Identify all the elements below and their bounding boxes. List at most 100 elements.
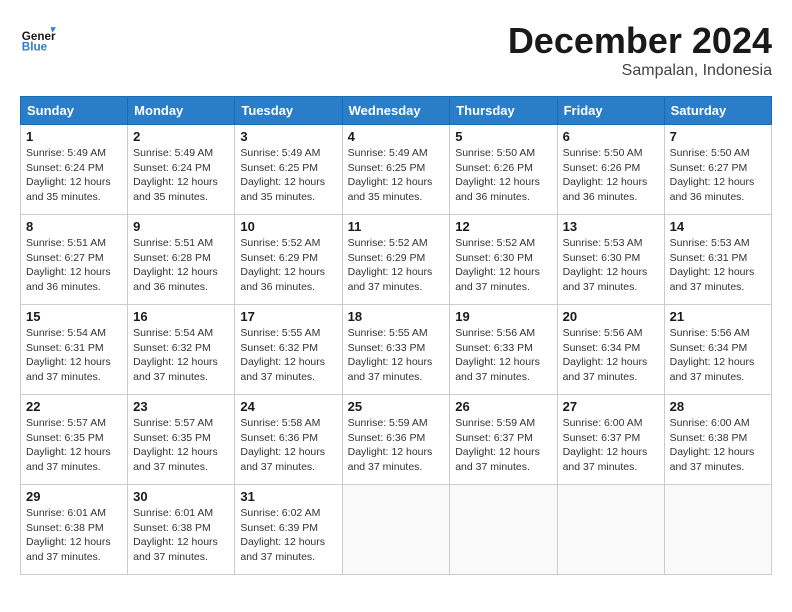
calendar-week-row: 8 Sunrise: 5:51 AMSunset: 6:27 PMDaylight… [21,215,772,305]
calendar-day-cell: 2 Sunrise: 5:49 AMSunset: 6:24 PMDaylight… [128,125,235,215]
calendar-week-row: 29 Sunrise: 6:01 AMSunset: 6:38 PMDayligh… [21,485,772,575]
day-info: Sunrise: 5:49 AMSunset: 6:24 PMDaylight:… [133,146,229,205]
day-number: 11 [348,219,445,234]
day-info: Sunrise: 5:55 AMSunset: 6:32 PMDaylight:… [240,326,336,385]
day-number: 26 [455,399,551,414]
day-number: 8 [26,219,122,234]
day-info: Sunrise: 5:55 AMSunset: 6:33 PMDaylight:… [348,326,445,385]
day-number: 10 [240,219,336,234]
day-info: Sunrise: 6:01 AMSunset: 6:38 PMDaylight:… [26,506,122,565]
logo: General Blue [20,20,56,56]
day-number: 15 [26,309,122,324]
day-info: Sunrise: 5:49 AMSunset: 6:25 PMDaylight:… [240,146,336,205]
calendar-day-cell: 11 Sunrise: 5:52 AMSunset: 6:29 PMDayligh… [342,215,450,305]
weekday-header: Friday [557,97,664,125]
day-number: 21 [670,309,766,324]
day-info: Sunrise: 5:52 AMSunset: 6:30 PMDaylight:… [455,236,551,295]
day-info: Sunrise: 5:51 AMSunset: 6:27 PMDaylight:… [26,236,122,295]
location-subtitle: Sampalan, Indonesia [508,62,772,80]
calendar-day-cell: 7 Sunrise: 5:50 AMSunset: 6:27 PMDaylight… [664,125,771,215]
calendar-day-cell [450,485,557,575]
day-info: Sunrise: 5:57 AMSunset: 6:35 PMDaylight:… [133,416,229,475]
day-info: Sunrise: 5:59 AMSunset: 6:37 PMDaylight:… [455,416,551,475]
day-info: Sunrise: 5:50 AMSunset: 6:26 PMDaylight:… [455,146,551,205]
day-info: Sunrise: 6:00 AMSunset: 6:38 PMDaylight:… [670,416,766,475]
weekday-header: Thursday [450,97,557,125]
day-number: 19 [455,309,551,324]
weekday-header: Saturday [664,97,771,125]
calendar-week-row: 1 Sunrise: 5:49 AMSunset: 6:24 PMDaylight… [21,125,772,215]
day-number: 27 [563,399,659,414]
calendar-day-cell: 30 Sunrise: 6:01 AMSunset: 6:38 PMDayligh… [128,485,235,575]
day-info: Sunrise: 5:56 AMSunset: 6:33 PMDaylight:… [455,326,551,385]
calendar-week-row: 22 Sunrise: 5:57 AMSunset: 6:35 PMDayligh… [21,395,772,485]
day-number: 28 [670,399,766,414]
day-info: Sunrise: 5:54 AMSunset: 6:31 PMDaylight:… [26,326,122,385]
calendar-day-cell: 23 Sunrise: 5:57 AMSunset: 6:35 PMDayligh… [128,395,235,485]
day-info: Sunrise: 5:58 AMSunset: 6:36 PMDaylight:… [240,416,336,475]
day-number: 31 [240,489,336,504]
calendar-day-cell: 1 Sunrise: 5:49 AMSunset: 6:24 PMDaylight… [21,125,128,215]
calendar-day-cell: 10Sunrise: 5:52 AMSunset: 6:29 PMDayligh… [235,215,342,305]
day-info: Sunrise: 5:49 AMSunset: 6:24 PMDaylight:… [26,146,122,205]
day-number: 20 [563,309,659,324]
day-number: 16 [133,309,229,324]
calendar-day-cell: 12 Sunrise: 5:52 AMSunset: 6:30 PMDayligh… [450,215,557,305]
day-info: Sunrise: 6:02 AMSunset: 6:39 PMDaylight:… [240,506,336,565]
calendar-day-cell [664,485,771,575]
day-number: 23 [133,399,229,414]
day-number: 12 [455,219,551,234]
day-info: Sunrise: 6:01 AMSunset: 6:38 PMDaylight:… [133,506,229,565]
calendar-day-cell: 6 Sunrise: 5:50 AMSunset: 6:26 PMDaylight… [557,125,664,215]
day-number: 24 [240,399,336,414]
calendar-day-cell: 9 Sunrise: 5:51 AMSunset: 6:28 PMDaylight… [128,215,235,305]
day-info: Sunrise: 5:51 AMSunset: 6:28 PMDaylight:… [133,236,229,295]
page-header: General Blue December 2024 Sampalan, Ind… [20,20,772,80]
day-info: Sunrise: 5:54 AMSunset: 6:32 PMDaylight:… [133,326,229,385]
weekday-header: Wednesday [342,97,450,125]
calendar-day-cell: 18Sunrise: 5:55 AMSunset: 6:33 PMDayligh… [342,305,450,395]
day-number: 2 [133,129,229,144]
calendar-day-cell: 22 Sunrise: 5:57 AMSunset: 6:35 PMDayligh… [21,395,128,485]
day-number: 6 [563,129,659,144]
day-number: 9 [133,219,229,234]
calendar-day-cell: 20 Sunrise: 5:56 AMSunset: 6:34 PMDayligh… [557,305,664,395]
calendar-day-cell: 19 Sunrise: 5:56 AMSunset: 6:33 PMDayligh… [450,305,557,395]
calendar-day-cell [557,485,664,575]
day-number: 29 [26,489,122,504]
day-number: 14 [670,219,766,234]
day-info: Sunrise: 5:50 AMSunset: 6:27 PMDaylight:… [670,146,766,205]
day-number: 22 [26,399,122,414]
day-number: 4 [348,129,445,144]
calendar-day-cell: 24 Sunrise: 5:58 AMSunset: 6:36 PMDayligh… [235,395,342,485]
day-info: Sunrise: 5:50 AMSunset: 6:26 PMDaylight:… [563,146,659,205]
svg-text:Blue: Blue [22,41,48,54]
weekday-header-row: SundayMondayTuesdayWednesdayThursdayFrid… [21,97,772,125]
day-number: 13 [563,219,659,234]
calendar-day-cell: 16 Sunrise: 5:54 AMSunset: 6:32 PMDayligh… [128,305,235,395]
logo-icon: General Blue [20,20,56,56]
calendar-day-cell: 13Sunrise: 5:53 AMSunset: 6:30 PMDayligh… [557,215,664,305]
calendar-day-cell: 27Sunrise: 6:00 AMSunset: 6:37 PMDayligh… [557,395,664,485]
day-info: Sunrise: 5:56 AMSunset: 6:34 PMDaylight:… [670,326,766,385]
weekday-header: Monday [128,97,235,125]
day-number: 7 [670,129,766,144]
calendar-day-cell: 28 Sunrise: 6:00 AMSunset: 6:38 PMDayligh… [664,395,771,485]
day-info: Sunrise: 5:57 AMSunset: 6:35 PMDaylight:… [26,416,122,475]
calendar-day-cell: 14 Sunrise: 5:53 AMSunset: 6:31 PMDayligh… [664,215,771,305]
calendar-day-cell: 15 Sunrise: 5:54 AMSunset: 6:31 PMDayligh… [21,305,128,395]
day-number: 1 [26,129,122,144]
month-title: December 2024 [508,20,772,62]
day-info: Sunrise: 5:59 AMSunset: 6:36 PMDaylight:… [348,416,445,475]
day-info: Sunrise: 5:56 AMSunset: 6:34 PMDaylight:… [563,326,659,385]
calendar-day-cell: 29 Sunrise: 6:01 AMSunset: 6:38 PMDayligh… [21,485,128,575]
day-info: Sunrise: 5:53 AMSunset: 6:31 PMDaylight:… [670,236,766,295]
calendar-table: SundayMondayTuesdayWednesdayThursdayFrid… [20,96,772,575]
calendar-day-cell: 3Sunrise: 5:49 AMSunset: 6:25 PMDaylight… [235,125,342,215]
day-number: 30 [133,489,229,504]
day-info: Sunrise: 5:52 AMSunset: 6:29 PMDaylight:… [348,236,445,295]
calendar-day-cell: 21 Sunrise: 5:56 AMSunset: 6:34 PMDayligh… [664,305,771,395]
calendar-day-cell: 26 Sunrise: 5:59 AMSunset: 6:37 PMDayligh… [450,395,557,485]
calendar-day-cell: 17Sunrise: 5:55 AMSunset: 6:32 PMDayligh… [235,305,342,395]
calendar-week-row: 15 Sunrise: 5:54 AMSunset: 6:31 PMDayligh… [21,305,772,395]
